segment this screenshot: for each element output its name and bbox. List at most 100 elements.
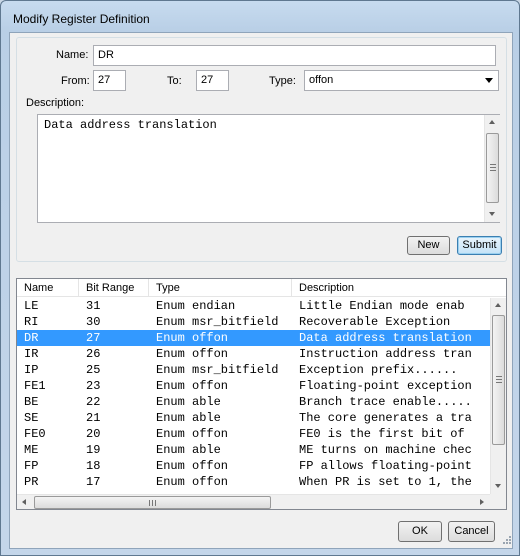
table-cell-description: Data address translation <box>299 331 472 345</box>
table-row[interactable]: RI 30 Enum msr_bitfield Recoverable Excepti… <box>17 314 490 330</box>
table-cell-bit-range: 27 <box>86 331 101 345</box>
arrow-left-icon <box>22 499 26 505</box>
table-cell-type: Enum able <box>156 395 221 409</box>
table-cell-type: Enum able <box>156 443 221 457</box>
to-field[interactable]: 27 <box>196 70 229 91</box>
table-cell-type: Enum able <box>156 411 221 425</box>
type-select-value: offon <box>309 74 334 86</box>
scroll-up-button[interactable] <box>485 115 500 131</box>
table-horizontal-scrollbar[interactable] <box>17 494 490 509</box>
dialog-window: Modify Register Definition Name: DR From… <box>0 0 520 556</box>
grip-line <box>152 500 153 506</box>
table-cell-name: IP <box>24 363 39 377</box>
to-label: To: <box>167 75 182 87</box>
table-cell-name: ME <box>24 443 39 457</box>
horizontal-scroll-thumb[interactable] <box>34 496 271 509</box>
scroll-left-button[interactable] <box>17 495 33 509</box>
scroll-up-button[interactable] <box>491 298 506 314</box>
table-cell-description: The core generates a tra <box>299 411 472 425</box>
column-header-description[interactable]: Description <box>292 279 506 297</box>
cancel-button[interactable]: Cancel <box>448 521 495 542</box>
table-cell-type: Enum offon <box>156 347 229 361</box>
table-cell-description: Exception prefix...... <box>299 363 458 377</box>
table-cell-bit-range: 21 <box>86 411 101 425</box>
table-cell-bit-range: 20 <box>86 427 101 441</box>
scroll-right-button[interactable] <box>474 495 490 509</box>
ok-button[interactable]: OK <box>398 521 442 542</box>
column-header-type[interactable]: Type <box>149 279 292 297</box>
table-cell-bit-range: 31 <box>86 299 101 313</box>
table-cell-name: PR <box>24 475 39 489</box>
scroll-down-button[interactable] <box>491 478 506 494</box>
grip-line <box>490 170 496 171</box>
grip-line <box>490 164 496 165</box>
type-select[interactable]: offon <box>304 70 499 91</box>
grip-line <box>490 167 496 168</box>
table-cell-name: LE <box>24 299 39 313</box>
grip-line <box>149 500 150 506</box>
resize-grip-icon[interactable] <box>500 533 512 545</box>
table-cell-description: When PR is set to 1, the <box>299 475 472 489</box>
grip-line <box>496 379 502 380</box>
table-cell-name: FE0 <box>24 427 46 441</box>
table-cell-type: Enum offon <box>156 427 229 441</box>
dialog-client: Name: DR From: 27 To: 27 Type: offon Des… <box>9 32 513 549</box>
description-field[interactable]: Data address translation <box>37 114 500 223</box>
grip-line <box>496 382 502 383</box>
scroll-thumb[interactable] <box>486 133 499 203</box>
arrow-right-icon <box>480 499 484 505</box>
from-label: From: <box>61 75 90 87</box>
table-row[interactable]: FP 18 Enum offon FP allows floating-point <box>17 458 490 474</box>
column-header-name[interactable]: Name <box>17 279 79 297</box>
scroll-down-button[interactable] <box>485 206 500 222</box>
table-cell-bit-range: 26 <box>86 347 101 361</box>
scroll-thumb[interactable] <box>492 315 505 445</box>
submit-button[interactable]: Submit <box>457 236 502 255</box>
type-label: Type: <box>269 75 296 87</box>
table-cell-name: SE <box>24 411 39 425</box>
new-button[interactable]: New <box>407 236 450 255</box>
table-cell-description: Branch trace enable..... <box>299 395 472 409</box>
table-body: LE 31 Enum endian Little Endian mode enab RI… <box>17 298 490 494</box>
table-row[interactable]: ME 19 Enum able ME turns on machine chec <box>17 442 490 458</box>
table-cell-bit-range: 19 <box>86 443 101 457</box>
table-cell-type: Enum msr_bitfield <box>156 315 279 329</box>
table-row[interactable]: DR 27 Enum offon Data address translation <box>17 330 490 346</box>
table-row[interactable]: IR 26 Enum offon Instruction address tran <box>17 346 490 362</box>
scrollbar-corner <box>490 494 506 509</box>
table-cell-name: RI <box>24 315 39 329</box>
table-cell-type: Enum offon <box>156 379 229 393</box>
arrow-up-icon <box>489 120 495 124</box>
table-cell-type: Enum msr_bitfield <box>156 363 279 377</box>
table-cell-description: ME turns on machine chec <box>299 443 472 457</box>
description-label: Description: <box>26 97 85 109</box>
register-form: Name: DR From: 27 To: 27 Type: offon Des… <box>16 37 507 262</box>
table-vertical-scrollbar[interactable] <box>490 298 506 494</box>
table-cell-description: Little Endian mode enab <box>299 299 465 313</box>
description-scrollbar[interactable] <box>484 115 500 222</box>
grip-line <box>496 376 502 377</box>
table-row[interactable]: IP 25 Enum msr_bitfield Exception prefix...… <box>17 362 490 378</box>
table-cell-name: FE1 <box>24 379 46 393</box>
name-field[interactable]: DR <box>93 45 496 66</box>
table-cell-description: Recoverable Exception <box>299 315 451 329</box>
table-row[interactable]: BE 22 Enum able Branch trace enable..... <box>17 394 490 410</box>
table-cell-name: IR <box>24 347 39 361</box>
window-title: Modify Register Definition <box>13 12 150 26</box>
arrow-down-icon <box>489 212 495 216</box>
column-header-bit-range[interactable]: Bit Range <box>79 279 149 297</box>
table-row[interactable]: FE1 23 Enum offon Floating-point exception <box>17 378 490 394</box>
table-row[interactable]: LE 31 Enum endian Little Endian mode enab <box>17 298 490 314</box>
arrow-up-icon <box>495 303 501 307</box>
from-field[interactable]: 27 <box>93 70 126 91</box>
table-cell-name: BE <box>24 395 39 409</box>
table-row[interactable]: FE0 20 Enum offon FE0 is the first bit of <box>17 426 490 442</box>
table-row[interactable]: PR 17 Enum offon When PR is set to 1, the <box>17 474 490 490</box>
table-cell-description: FE0 is the first bit of <box>299 427 465 441</box>
table-cell-type: Enum offon <box>156 475 229 489</box>
table-cell-bit-range: 23 <box>86 379 101 393</box>
table-cell-description: FP allows floating-point <box>299 459 472 473</box>
table-cell-description: Floating-point exception <box>299 379 472 393</box>
table-cell-name: FP <box>24 459 39 473</box>
table-row[interactable]: SE 21 Enum able The core generates a tra <box>17 410 490 426</box>
